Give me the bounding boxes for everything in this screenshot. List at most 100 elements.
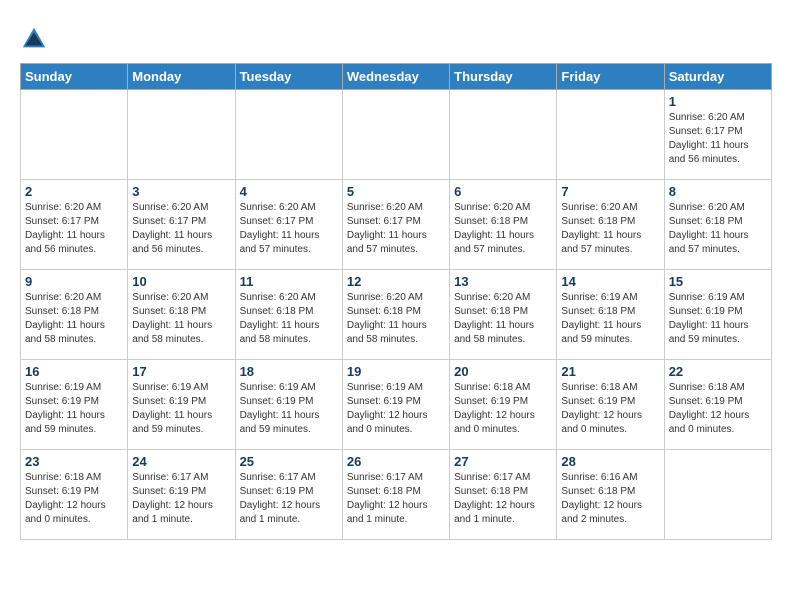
day-info: Sunrise: 6:19 AM Sunset: 6:18 PM Dayligh…: [561, 291, 659, 347]
day-info: Sunrise: 6:19 AM Sunset: 6:19 PM Dayligh…: [240, 381, 338, 437]
day-info: Sunrise: 6:18 AM Sunset: 6:19 PM Dayligh…: [454, 381, 552, 437]
calendar-week-row: 1 Sunrise: 6:20 AM Sunset: 6:17 PM Daylig…: [21, 90, 772, 180]
calendar-cell: 18 Sunrise: 6:19 AM Sunset: 6:19 PM Dayli…: [235, 360, 342, 450]
calendar-cell: 3 Sunrise: 6:20 AM Sunset: 6:17 PM Daylig…: [128, 180, 235, 270]
day-number: 16: [25, 364, 123, 379]
day-info: Sunrise: 6:20 AM Sunset: 6:18 PM Dayligh…: [454, 201, 552, 257]
calendar-cell: [235, 90, 342, 180]
day-number: 15: [669, 274, 767, 289]
day-number: 1: [669, 94, 767, 109]
day-info: Sunrise: 6:19 AM Sunset: 6:19 PM Dayligh…: [25, 381, 123, 437]
day-number: 11: [240, 274, 338, 289]
calendar-week-row: 2 Sunrise: 6:20 AM Sunset: 6:17 PM Daylig…: [21, 180, 772, 270]
calendar-cell: 26 Sunrise: 6:17 AM Sunset: 6:18 PM Dayli…: [342, 450, 449, 540]
calendar-cell: 12 Sunrise: 6:20 AM Sunset: 6:18 PM Dayli…: [342, 270, 449, 360]
calendar-cell: 1 Sunrise: 6:20 AM Sunset: 6:17 PM Daylig…: [664, 90, 771, 180]
day-info: Sunrise: 6:17 AM Sunset: 6:19 PM Dayligh…: [132, 471, 230, 527]
day-number: 8: [669, 184, 767, 199]
day-info: Sunrise: 6:20 AM Sunset: 6:18 PM Dayligh…: [132, 291, 230, 347]
day-number: 26: [347, 454, 445, 469]
day-number: 20: [454, 364, 552, 379]
day-number: 9: [25, 274, 123, 289]
calendar-cell: 21 Sunrise: 6:18 AM Sunset: 6:19 PM Dayli…: [557, 360, 664, 450]
header-wednesday: Wednesday: [342, 64, 449, 90]
day-number: 5: [347, 184, 445, 199]
day-info: Sunrise: 6:20 AM Sunset: 6:18 PM Dayligh…: [25, 291, 123, 347]
calendar-cell: 5 Sunrise: 6:20 AM Sunset: 6:17 PM Daylig…: [342, 180, 449, 270]
day-number: 17: [132, 364, 230, 379]
day-info: Sunrise: 6:20 AM Sunset: 6:18 PM Dayligh…: [561, 201, 659, 257]
day-info: Sunrise: 6:20 AM Sunset: 6:18 PM Dayligh…: [240, 291, 338, 347]
day-number: 24: [132, 454, 230, 469]
calendar-cell: 19 Sunrise: 6:19 AM Sunset: 6:19 PM Dayli…: [342, 360, 449, 450]
calendar-cell: 6Sunrise: 6:20 AM Sunset: 6:18 PM Daylig…: [450, 180, 557, 270]
day-info: Sunrise: 6:17 AM Sunset: 6:18 PM Dayligh…: [454, 471, 552, 527]
day-info: Sunrise: 6:20 AM Sunset: 6:18 PM Dayligh…: [454, 291, 552, 347]
calendar-week-row: 23 Sunrise: 6:18 AM Sunset: 6:19 PM Dayli…: [21, 450, 772, 540]
day-number: 4: [240, 184, 338, 199]
calendar-cell: 20 Sunrise: 6:18 AM Sunset: 6:19 PM Dayli…: [450, 360, 557, 450]
day-number: 21: [561, 364, 659, 379]
calendar-table: SundayMondayTuesdayWednesdayThursdayFrid…: [20, 63, 772, 540]
calendar-cell: [21, 90, 128, 180]
calendar-cell: 17 Sunrise: 6:19 AM Sunset: 6:19 PM Dayli…: [128, 360, 235, 450]
calendar-cell: [342, 90, 449, 180]
day-info: Sunrise: 6:19 AM Sunset: 6:19 PM Dayligh…: [669, 291, 767, 347]
header-saturday: Saturday: [664, 64, 771, 90]
calendar-cell: 8 Sunrise: 6:20 AM Sunset: 6:18 PM Daylig…: [664, 180, 771, 270]
day-info: Sunrise: 6:18 AM Sunset: 6:19 PM Dayligh…: [669, 381, 767, 437]
day-number: 18: [240, 364, 338, 379]
day-info: Sunrise: 6:20 AM Sunset: 6:18 PM Dayligh…: [347, 291, 445, 347]
calendar-cell: 25Sunrise: 6:17 AM Sunset: 6:19 PM Dayli…: [235, 450, 342, 540]
day-info: Sunrise: 6:16 AM Sunset: 6:18 PM Dayligh…: [561, 471, 659, 527]
day-info: Sunrise: 6:20 AM Sunset: 6:17 PM Dayligh…: [669, 111, 767, 167]
calendar-cell: 7 Sunrise: 6:20 AM Sunset: 6:18 PM Daylig…: [557, 180, 664, 270]
calendar-cell: [128, 90, 235, 180]
day-info: Sunrise: 6:20 AM Sunset: 6:18 PM Dayligh…: [669, 201, 767, 257]
day-info: Sunrise: 6:17 AM Sunset: 6:19 PM Dayligh…: [240, 471, 338, 527]
header-friday: Friday: [557, 64, 664, 90]
day-number: 27: [454, 454, 552, 469]
day-info: Sunrise: 6:19 AM Sunset: 6:19 PM Dayligh…: [132, 381, 230, 437]
day-number: 28: [561, 454, 659, 469]
calendar-cell: [557, 90, 664, 180]
day-number: 12: [347, 274, 445, 289]
header-monday: Monday: [128, 64, 235, 90]
day-number: 14: [561, 274, 659, 289]
calendar-cell: 4Sunrise: 6:20 AM Sunset: 6:17 PM Daylig…: [235, 180, 342, 270]
day-number: 19: [347, 364, 445, 379]
calendar-cell: 13Sunrise: 6:20 AM Sunset: 6:18 PM Dayli…: [450, 270, 557, 360]
calendar-cell: 15 Sunrise: 6:19 AM Sunset: 6:19 PM Dayli…: [664, 270, 771, 360]
header-tuesday: Tuesday: [235, 64, 342, 90]
day-info: Sunrise: 6:20 AM Sunset: 6:17 PM Dayligh…: [347, 201, 445, 257]
calendar-cell: [664, 450, 771, 540]
header-thursday: Thursday: [450, 64, 557, 90]
page-header: [20, 20, 772, 53]
day-info: Sunrise: 6:20 AM Sunset: 6:17 PM Dayligh…: [132, 201, 230, 257]
calendar-cell: [450, 90, 557, 180]
day-info: Sunrise: 6:19 AM Sunset: 6:19 PM Dayligh…: [347, 381, 445, 437]
calendar-cell: 16 Sunrise: 6:19 AM Sunset: 6:19 PM Dayli…: [21, 360, 128, 450]
calendar-cell: 23 Sunrise: 6:18 AM Sunset: 6:19 PM Dayli…: [21, 450, 128, 540]
logo: [20, 25, 50, 53]
day-info: Sunrise: 6:18 AM Sunset: 6:19 PM Dayligh…: [561, 381, 659, 437]
day-number: 22: [669, 364, 767, 379]
header-sunday: Sunday: [21, 64, 128, 90]
day-number: 3: [132, 184, 230, 199]
day-info: Sunrise: 6:17 AM Sunset: 6:18 PM Dayligh…: [347, 471, 445, 527]
day-number: 2: [25, 184, 123, 199]
calendar-week-row: 9 Sunrise: 6:20 AM Sunset: 6:18 PM Daylig…: [21, 270, 772, 360]
day-info: Sunrise: 6:20 AM Sunset: 6:17 PM Dayligh…: [25, 201, 123, 257]
day-info: Sunrise: 6:18 AM Sunset: 6:19 PM Dayligh…: [25, 471, 123, 527]
calendar-cell: 10 Sunrise: 6:20 AM Sunset: 6:18 PM Dayli…: [128, 270, 235, 360]
day-number: 10: [132, 274, 230, 289]
day-number: 23: [25, 454, 123, 469]
calendar-cell: 24 Sunrise: 6:17 AM Sunset: 6:19 PM Dayli…: [128, 450, 235, 540]
calendar-cell: 9 Sunrise: 6:20 AM Sunset: 6:18 PM Daylig…: [21, 270, 128, 360]
day-number: 7: [561, 184, 659, 199]
calendar-cell: 28 Sunrise: 6:16 AM Sunset: 6:18 PM Dayli…: [557, 450, 664, 540]
calendar-cell: 2 Sunrise: 6:20 AM Sunset: 6:17 PM Daylig…: [21, 180, 128, 270]
calendar-header-row: SundayMondayTuesdayWednesdayThursdayFrid…: [21, 64, 772, 90]
calendar-cell: 14 Sunrise: 6:19 AM Sunset: 6:18 PM Dayli…: [557, 270, 664, 360]
calendar-cell: 11 Sunrise: 6:20 AM Sunset: 6:18 PM Dayli…: [235, 270, 342, 360]
